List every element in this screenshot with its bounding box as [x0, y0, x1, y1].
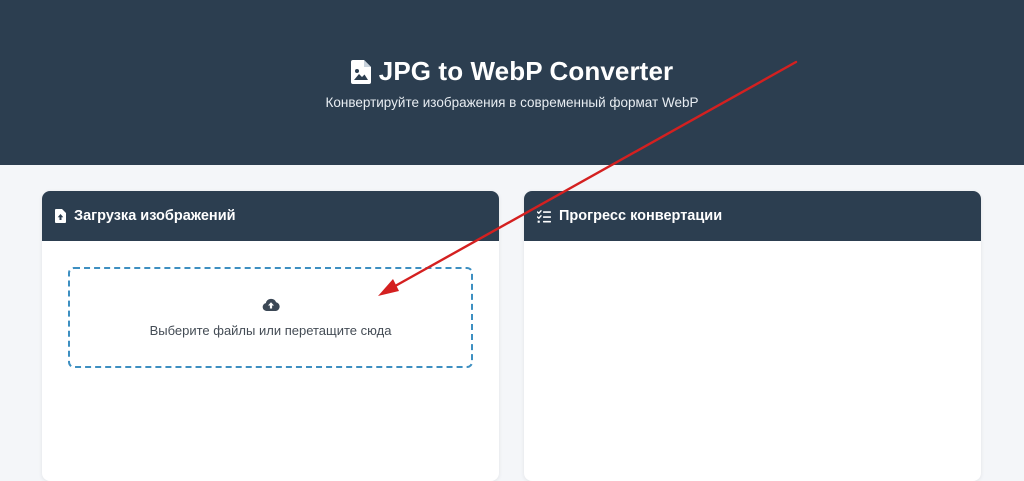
- page-title-text: JPG to WebP Converter: [378, 56, 674, 86]
- page-title: JPG to WebP Converter: [0, 56, 1024, 87]
- progress-card: Прогресс конвертации: [524, 191, 981, 481]
- upload-card-title: Загрузка изображений: [74, 208, 236, 224]
- page-subtitle: Конвертируйте изображения в современный …: [325, 95, 699, 110]
- image-file-icon: [350, 59, 371, 84]
- file-dropzone[interactable]: Выберите файлы или перетащите сюда: [68, 267, 473, 368]
- progress-card-header: Прогресс конвертации: [524, 191, 981, 241]
- upload-card-header: Загрузка изображений: [42, 191, 499, 241]
- file-upload-icon: [55, 209, 66, 223]
- cloud-upload-icon: [262, 298, 280, 311]
- task-list-icon: [537, 209, 551, 223]
- progress-card-title: Прогресс конвертации: [559, 208, 723, 224]
- dropzone-text: Выберите файлы или перетащите сюда: [149, 322, 392, 338]
- page-header: JPG to WebP Converter Конвертируйте изоб…: [0, 0, 1024, 165]
- upload-card: Загрузка изображений Выберите файлы или …: [42, 191, 499, 481]
